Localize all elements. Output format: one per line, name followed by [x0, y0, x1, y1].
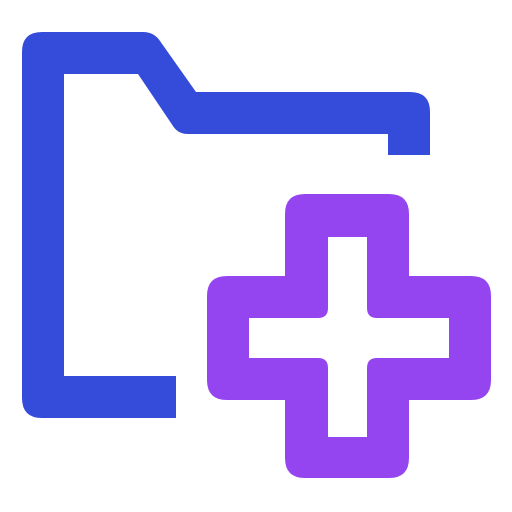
plus-icon: [207, 194, 491, 478]
folder-add-icon-graphic: [22, 32, 491, 478]
folder-add-icon: [0, 0, 512, 512]
